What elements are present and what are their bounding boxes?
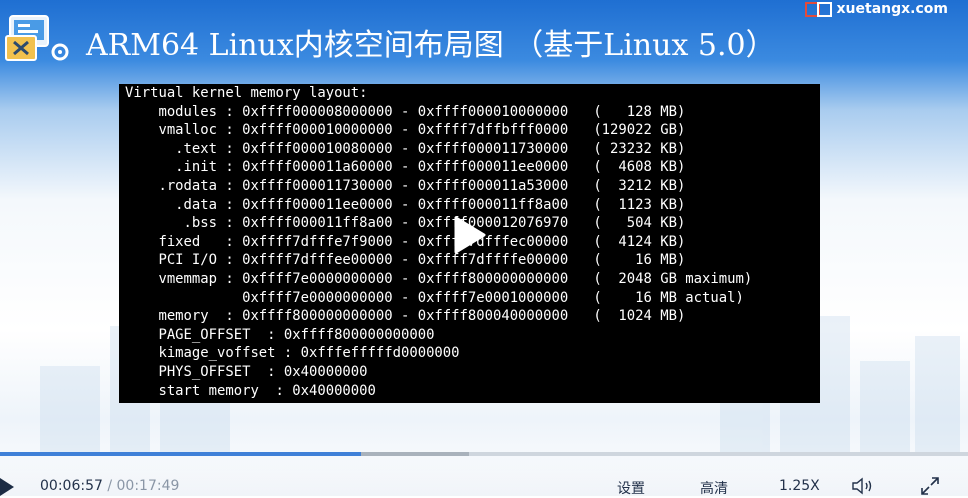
brand: xuetangx.com	[804, 0, 948, 18]
terminal-line: PCI I/O : 0xffff7dfffee00000 - 0xffff7df…	[125, 252, 686, 269]
time-separator: /	[102, 478, 117, 494]
terminal-line: PHYS_OFFSET : 0x40000000	[125, 363, 368, 380]
terminal-line: modules : 0xffff000008000000 - 0xffff000…	[125, 103, 686, 120]
terminal-line: memory : 0xffff800000000000 - 0xffff8000…	[125, 308, 686, 325]
current-time: 00:06:57	[40, 478, 103, 494]
play-icon[interactable]	[452, 216, 486, 254]
settings-button[interactable]: 设置	[617, 478, 645, 498]
terminal-line: vmemmap : 0xffff7e0000000000 - 0xffff800…	[125, 270, 753, 287]
volume-icon[interactable]	[852, 477, 874, 495]
progress-played	[0, 452, 362, 456]
slide: ARM64 Linux内核空间布局图 （基于Linux 5.0） xuetang…	[0, 0, 968, 496]
app-icon	[5, 15, 69, 61]
terminal-line: .data : 0xffff000011ee0000 - 0xffff00001…	[125, 196, 686, 213]
terminal-line: start memory : 0x40000000	[125, 382, 376, 399]
terminal-line: Virtual kernel memory layout:	[125, 85, 368, 101]
speed-button[interactable]: 1.25X	[779, 478, 820, 494]
terminal-line: PAGE_OFFSET : 0xffff800000000000	[125, 326, 435, 343]
time-display: 00:06:57 / 00:17:49	[40, 478, 179, 494]
terminal-line: kimage_voffset : 0xfffefffffd0000000	[125, 345, 460, 362]
fullscreen-icon[interactable]	[920, 476, 940, 496]
slide-title: ARM64 Linux内核空间布局图 （基于Linux 5.0）	[86, 28, 776, 63]
terminal-line: vmalloc : 0xffff000010000000 - 0xffff7df…	[125, 122, 686, 139]
play-pause-icon[interactable]	[0, 478, 14, 496]
terminal-line: .init : 0xffff000011a60000 - 0xffff00001…	[125, 159, 686, 176]
total-time: 00:17:49	[116, 478, 180, 494]
progress-bar[interactable]	[0, 452, 968, 456]
terminal-line: .rodata : 0xffff000011730000 - 0xffff000…	[125, 177, 686, 194]
terminal-line: .text : 0xffff000010080000 - 0xffff00001…	[125, 140, 686, 157]
quality-button[interactable]: 高清	[700, 478, 728, 498]
brand-logo-icon	[804, 0, 832, 18]
terminal-line: 0xffff7e0000000000 - 0xffff7e0001000000 …	[125, 289, 744, 306]
brand-text: xuetangx.com	[836, 1, 948, 17]
